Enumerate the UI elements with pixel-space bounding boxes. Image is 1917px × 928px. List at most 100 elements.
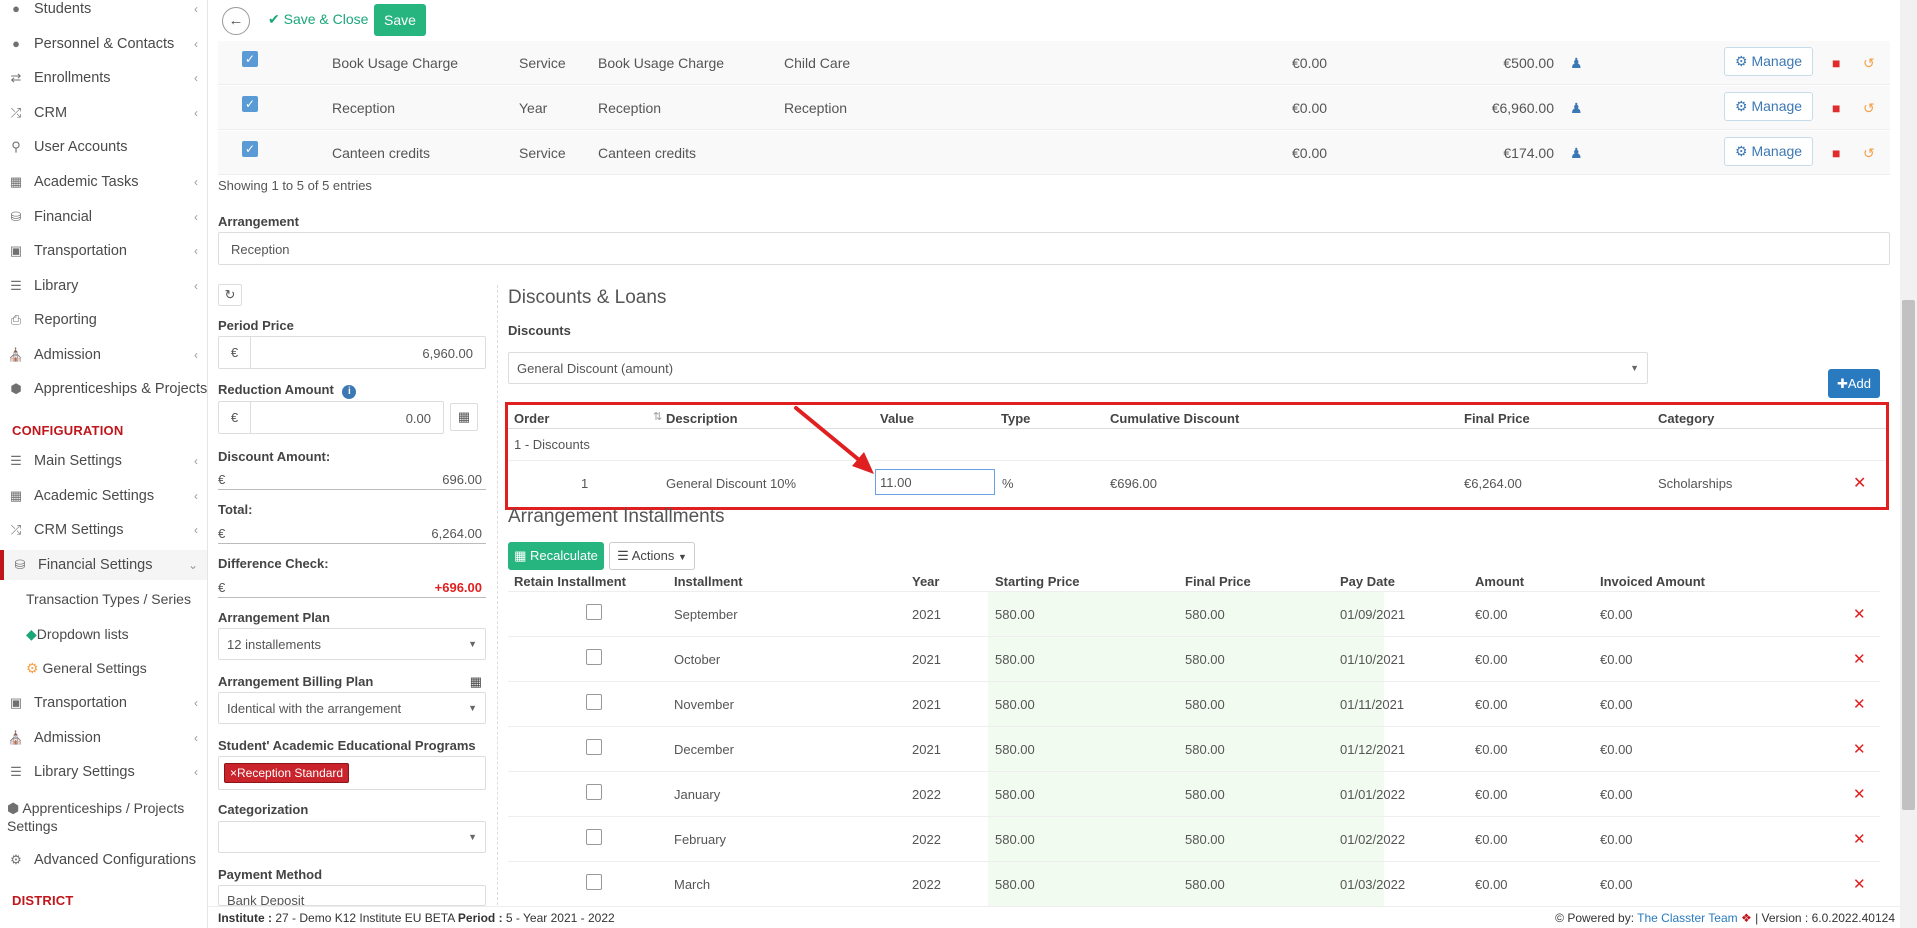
categorization-label: Categorization: [218, 802, 309, 817]
reduction-field[interactable]: € 0.00: [218, 401, 444, 434]
sidebar-item-transportation-settings[interactable]: ▣ Transportation ‹: [0, 688, 207, 718]
sidebar-item-user-accounts[interactable]: ⚲ User Accounts: [0, 132, 207, 162]
sidebar-sub-dropdown-lists[interactable]: ◆Dropdown lists: [26, 626, 129, 643]
caret-down-icon: ▼: [468, 832, 477, 842]
history-icon[interactable]: ↺: [1863, 145, 1875, 162]
add-discount-button[interactable]: ✚Add: [1828, 369, 1880, 398]
user-edit-icon[interactable]: ♟: [1570, 55, 1583, 72]
categorization-select[interactable]: ▼: [218, 821, 486, 853]
chevron-left-icon: ‹: [194, 37, 198, 51]
sidebar-item-personnel[interactable]: ● Personnel & Contacts ‹: [0, 29, 207, 59]
retain-checkbox[interactable]: [586, 784, 602, 800]
discounts-label: Discounts: [508, 323, 571, 338]
scrollbar[interactable]: [1900, 0, 1917, 928]
programs-field[interactable]: ×Reception Standard: [218, 756, 486, 790]
sidebar-sub-transaction-types[interactable]: Transaction Types / Series: [26, 591, 191, 607]
sidebar-item-apprenticeships-settings[interactable]: ⬢ Apprenticeships / Projects Settings: [7, 799, 197, 835]
back-button[interactable]: ←: [222, 7, 250, 35]
row-checkbox[interactable]: ✓: [242, 96, 258, 112]
retain-checkbox[interactable]: [586, 604, 602, 620]
discounts-title: Discounts & Loans: [508, 287, 667, 308]
payment-select[interactable]: Bank Deposit: [218, 885, 486, 906]
remove-icon[interactable]: ✕: [1853, 830, 1866, 848]
sidebar-item-academic-tasks[interactable]: ▦ Academic Tasks ‹: [0, 167, 207, 197]
info-icon[interactable]: i: [342, 385, 357, 399]
inst-date: 01/03/2022: [1340, 877, 1406, 892]
manage-button[interactable]: ⚙ Manage: [1724, 47, 1814, 76]
discount-cumulative: €696.00: [1110, 476, 1157, 491]
user-edit-icon[interactable]: ♟: [1570, 100, 1583, 117]
sidebar-item-admission-settings[interactable]: ⛪ Admission ‹: [0, 723, 207, 753]
refresh-button[interactable]: ↻: [218, 284, 242, 306]
user-edit-icon[interactable]: ♟: [1570, 145, 1583, 162]
remove-icon[interactable]: ✕: [1853, 875, 1866, 893]
sidebar-item-admission[interactable]: ⛪ Admission ‹: [0, 340, 207, 370]
inst-year: 2021: [912, 607, 941, 622]
calculator-button[interactable]: ▦: [450, 403, 478, 431]
sidebar-item-advanced[interactable]: ⚙ Advanced Configurations: [0, 845, 207, 875]
inst-amount: €0.00: [1475, 877, 1508, 892]
history-icon[interactable]: ↺: [1863, 55, 1875, 72]
sidebar-item-students[interactable]: ● Students ‹: [0, 0, 207, 24]
remove-icon[interactable]: ×: [230, 766, 237, 780]
sidebar-item-financial[interactable]: ⛁ Financial ‹: [0, 202, 207, 232]
trash-icon[interactable]: ■: [1832, 100, 1840, 116]
sidebar-sub-general-settings[interactable]: ⚙ General Settings: [26, 660, 147, 677]
save-button[interactable]: Save: [374, 4, 426, 36]
check-icon: ✔: [268, 11, 280, 27]
sidebar-item-crm-settings[interactable]: ⤮ CRM Settings ‹: [0, 515, 207, 545]
sidebar-item-enrollments[interactable]: ⇄ Enrollments ‹: [0, 63, 207, 93]
th-installment: Installment: [674, 574, 743, 589]
remove-icon[interactable]: ✕: [1853, 605, 1866, 623]
actions-button[interactable]: ☰ Actions ▼: [609, 542, 695, 570]
program-tag[interactable]: ×Reception Standard: [224, 763, 350, 783]
retain-checkbox[interactable]: [586, 874, 602, 890]
discount-select[interactable]: General Discount (amount) ▼: [508, 352, 1648, 384]
chevron-left-icon: ‹: [194, 696, 198, 710]
trash-icon[interactable]: ■: [1832, 55, 1840, 71]
sidebar-item-apprenticeships[interactable]: ⬢ Apprenticeships & Projects: [0, 374, 207, 404]
sidebar-item-crm[interactable]: ⤮ CRM ‹: [0, 98, 207, 128]
remove-icon[interactable]: ✕: [1853, 740, 1866, 758]
retain-checkbox[interactable]: [586, 829, 602, 845]
recalculate-button[interactable]: ▦ Recalculate: [508, 542, 604, 570]
period-price-field[interactable]: € 6,960.00: [218, 336, 486, 369]
arrangement-field[interactable]: Reception: [218, 232, 1890, 265]
table-row: ✓ Book Usage Charge Service Book Usage C…: [218, 41, 1890, 85]
row-checkbox[interactable]: ✓: [242, 141, 258, 157]
history-icon[interactable]: ↺: [1863, 100, 1875, 117]
sidebar-item-financial-settings[interactable]: ⛁ Financial Settings ⌄: [0, 550, 207, 580]
sidebar-item-library-settings[interactable]: ☰ Library Settings ‹: [0, 757, 207, 787]
sort-icon[interactable]: ⇅: [653, 410, 662, 423]
sidebar-item-transportation[interactable]: ▣ Transportation ‹: [0, 236, 207, 266]
save-close-button[interactable]: ✔ Save & Close: [268, 11, 368, 28]
remove-icon[interactable]: ✕: [1853, 695, 1866, 713]
inst-invoiced: €0.00: [1600, 652, 1633, 667]
discount-value-input[interactable]: [875, 469, 995, 495]
retain-checkbox[interactable]: [586, 739, 602, 755]
classter-link[interactable]: The Classter Team: [1637, 911, 1737, 925]
sidebar-item-reporting[interactable]: ⎙ Reporting: [0, 305, 207, 335]
billing-select[interactable]: Identical with the arrangement ▼: [218, 692, 486, 724]
sidebar-item-main-settings[interactable]: ☰ Main Settings ‹: [0, 446, 207, 476]
plan-select[interactable]: 12 installements ▼: [218, 628, 486, 660]
sidebar-item-library[interactable]: ☰ Library ‹: [0, 271, 207, 301]
remove-icon[interactable]: ✕: [1853, 785, 1866, 803]
row-discount: €0.00: [1292, 100, 1328, 116]
manage-button[interactable]: ⚙ Manage: [1724, 137, 1814, 166]
row-checkbox[interactable]: ✓: [242, 51, 258, 67]
scrollbar-thumb[interactable]: [1902, 300, 1915, 810]
sidebar-item-academic-settings[interactable]: ▦ Academic Settings ‹: [0, 481, 207, 511]
installments-title: Arrangement Installments: [508, 506, 725, 527]
trash-icon[interactable]: ■: [1832, 145, 1840, 161]
retain-checkbox[interactable]: [586, 649, 602, 665]
caret-down-icon: ▼: [1630, 363, 1639, 373]
copyright-icon: ©: [1555, 911, 1564, 925]
inst-final: 580.00: [1185, 787, 1225, 802]
remove-icon[interactable]: ✕: [1853, 650, 1866, 668]
discount-group: 1 - Discounts: [514, 437, 590, 452]
calculator-icon[interactable]: ▦: [470, 674, 482, 690]
remove-discount-icon[interactable]: ✕: [1853, 473, 1866, 493]
retain-checkbox[interactable]: [586, 694, 602, 710]
manage-button[interactable]: ⚙ Manage: [1724, 92, 1814, 121]
